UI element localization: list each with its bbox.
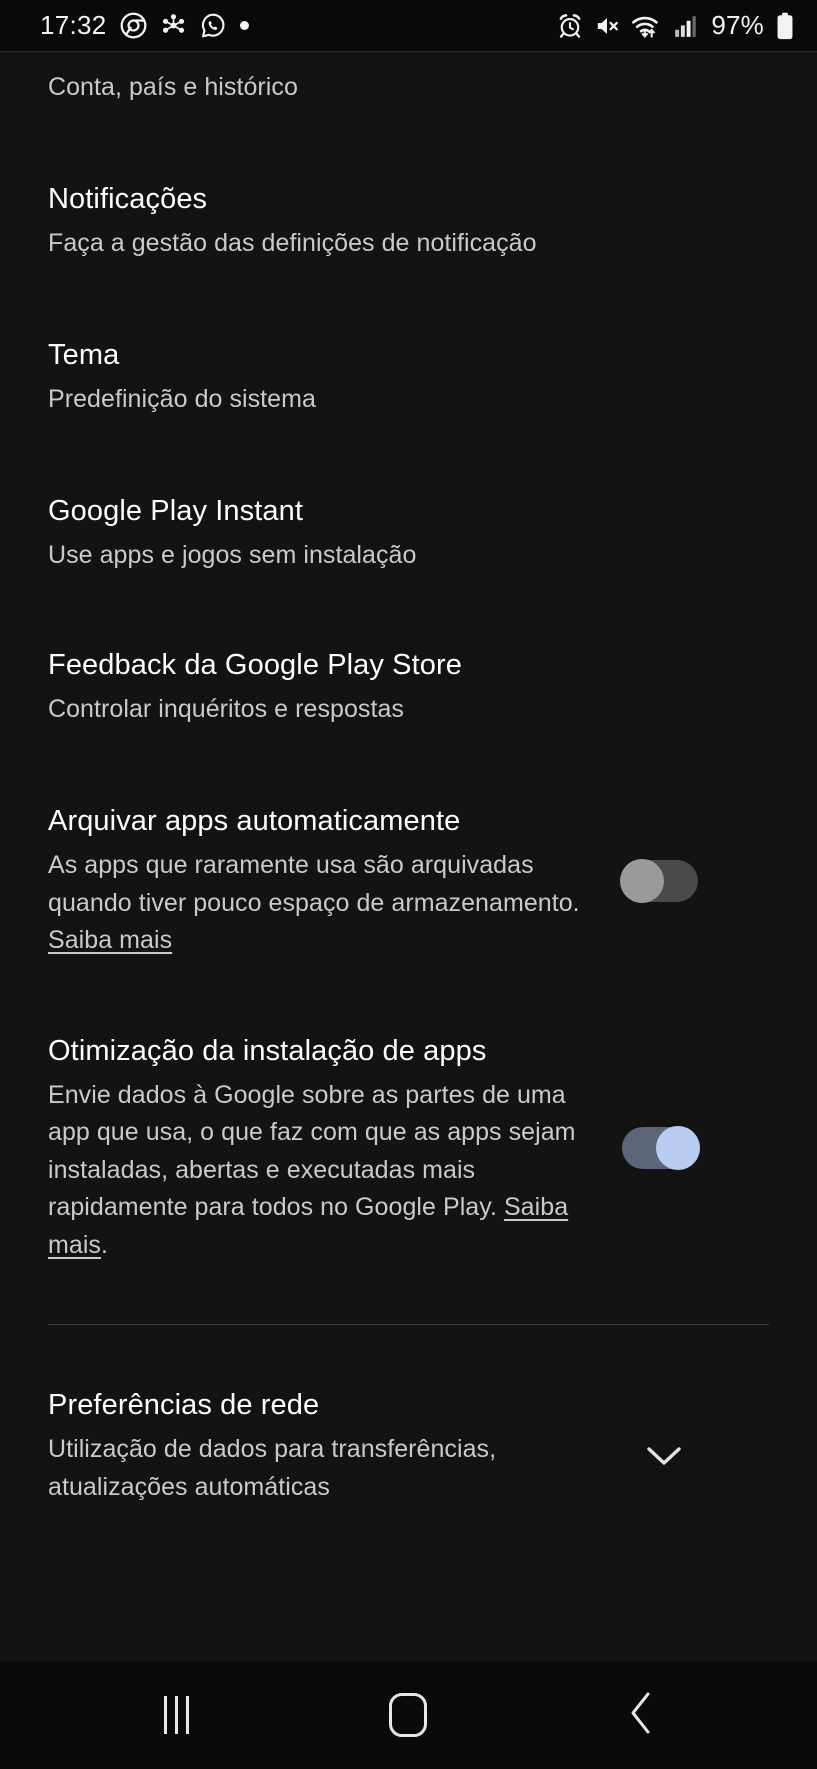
status-bar-left: 17:32 [40,10,249,41]
home-button[interactable] [353,1680,463,1750]
setting-row-play-instant[interactable]: Google Play Instant Use apps e jogos sem… [0,419,817,575]
setting-subtitle: As apps que raramente usa são arquivadas… [48,847,604,960]
setting-subtitle: Faça a gestão das definições de notifica… [48,228,537,257]
setting-subtitle: Use apps e jogos sem instalação [48,540,417,569]
row-text: Otimização da instalação de apps Envie d… [48,1033,604,1265]
wifi-icon [631,13,663,39]
setting-subtitle: Predefinição do sistema [48,385,316,414]
setting-subtitle-text: Envie dados à Google sobre as partes de … [48,1080,576,1222]
setting-title: Preferências de rede [48,1389,320,1422]
chrome-icon [120,12,147,39]
install-optimization-toggle[interactable] [622,1126,700,1171]
row-text: Google Play Instant Use apps e jogos sem… [48,493,769,575]
setting-title: Arquivar apps automaticamente [48,804,461,837]
setting-subtitle-tail: . [100,1230,108,1259]
whatsapp-icon [200,12,227,39]
setting-subtitle: Envie dados à Google sobre as partes de … [48,1077,604,1265]
dot-icon [239,21,249,30]
auto-archive-toggle[interactable] [620,859,698,904]
setting-subtitle-text: As apps que raramente usa são arquivadas… [48,851,580,917]
row-text: Conta, país e histórico [48,62,769,107]
setting-title: Feedback da Google Play Store [48,649,462,682]
cluster-icon [160,12,187,39]
recents-button[interactable] [121,1680,231,1750]
phone-screen: 17:32 97% Conta, país e histórico Notifi… [0,0,817,1769]
settings-list[interactable]: Conta, país e histórico Notificações Faç… [0,52,817,1661]
signal-icon [674,13,698,39]
mute-icon [594,13,620,39]
battery-full-icon [775,12,795,40]
setting-subtitle: Utilização de dados para transferências,… [48,1435,497,1501]
setting-row-theme[interactable]: Tema Predefinição do sistema [0,262,817,419]
navigation-bar [0,1661,817,1769]
recents-icon [163,1696,189,1734]
control-column [604,859,716,904]
setting-row-install-optimization[interactable]: Otimização da instalação de apps Envie d… [0,960,817,1265]
status-clock: 17:32 [40,10,107,40]
setting-subtitle: Controlar inquéritos e respostas [48,695,404,724]
back-button[interactable] [586,1680,696,1750]
setting-title: Google Play Instant [48,494,303,527]
row-text: Feedback da Google Play Store Controlar … [48,647,769,729]
setting-row-network-preferences[interactable]: Preferências de rede Utilização de dados… [0,1325,817,1506]
toggle-knob [656,1126,700,1171]
setting-subtitle: Conta, país e histórico [48,73,298,101]
battery-percentage: 97% [711,10,764,40]
chevron-down-icon[interactable] [642,1441,686,1476]
setting-title: Notificações [48,182,208,215]
setting-row-auto-archive[interactable]: Arquivar apps automaticamente As apps qu… [0,729,817,960]
row-text: Preferências de rede Utilização de dados… [48,1387,608,1506]
row-text: Notificações Faça a gestão das definiçõe… [48,181,769,263]
status-bar: 17:32 97% [0,0,817,52]
control-column [608,1441,720,1476]
control-column [604,1126,716,1171]
learn-more-link[interactable]: Saiba mais [48,926,172,954]
row-text: Tema Predefinição do sistema [48,337,769,419]
setting-title: Tema [48,339,120,372]
setting-row-notifications[interactable]: Notificações Faça a gestão das definiçõe… [0,107,817,263]
back-icon [624,1688,658,1743]
alarm-icon [557,13,583,39]
status-bar-right: 97% [557,10,795,41]
setting-row-account[interactable]: Conta, país e histórico [0,52,817,107]
setting-title: Otimização da instalação de apps [48,1034,487,1067]
setting-row-feedback[interactable]: Feedback da Google Play Store Controlar … [0,574,817,729]
row-text: Arquivar apps automaticamente As apps qu… [48,803,604,960]
toggle-knob [620,859,664,904]
home-icon [389,1693,428,1737]
